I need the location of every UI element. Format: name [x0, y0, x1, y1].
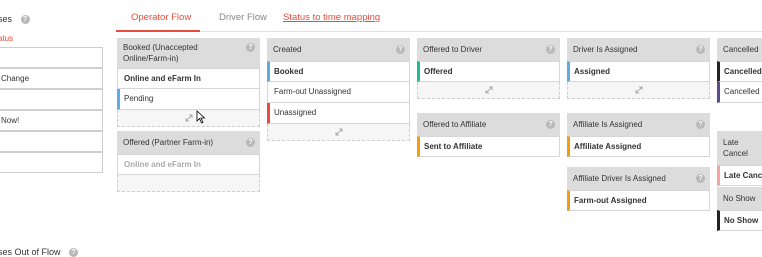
group-booked: Booked (Unaccepted Online/Farm-in) ? Onl…: [117, 38, 260, 127]
group-title: Late Cancel: [723, 138, 748, 158]
group-offered-to-affiliate: Offered to Affiliate ? Sent to Affiliate: [417, 113, 560, 157]
group-title: No Show: [723, 194, 756, 203]
group-title: Offered (Partner Farm-in): [123, 138, 214, 147]
group-header: No Show: [717, 187, 762, 210]
group-offered-partner: Offered (Partner Farm-in) ? Online and e…: [117, 131, 260, 192]
drop-zone[interactable]: [117, 110, 260, 127]
expand-icon[interactable]: [485, 86, 493, 94]
tab-operator-flow[interactable]: Operator Flow: [131, 12, 191, 23]
status-input-3[interactable]: [0, 89, 103, 110]
status-card-farm-out-assigned[interactable]: Farm-out Assigned: [567, 190, 710, 211]
expand-icon[interactable]: [185, 114, 193, 122]
status-card-farm-out-unassigned[interactable]: Farm-out Unassigned: [267, 82, 410, 103]
drop-zone[interactable]: [567, 82, 710, 99]
group-title: Booked (Unaccepted Online/Farm-in): [123, 43, 198, 63]
pointer-cursor-icon: [196, 110, 206, 124]
tab-status-time-mapping[interactable]: Status to time mapping: [283, 12, 380, 23]
flow-tabs: Operator Flow Driver Flow Status to time…: [116, 6, 762, 32]
group-title: Offered to Driver: [423, 45, 482, 54]
drop-zone[interactable]: [267, 124, 410, 141]
status-card-online-efarm-in[interactable]: Online and eFarm In: [117, 68, 260, 89]
status-input-1[interactable]: [0, 47, 103, 68]
group-driver-is-assigned: Driver Is Assigned ? Assigned: [567, 38, 710, 99]
help-icon[interactable]: ?: [396, 45, 405, 54]
status-input-5[interactable]: [0, 131, 103, 152]
help-icon[interactable]: ?: [696, 45, 705, 54]
status-card-online-efarm-in-muted[interactable]: Online and eFarm In: [117, 154, 260, 175]
group-header: Offered to Affiliate ?: [417, 113, 560, 136]
group-offered-to-driver: Offered to Driver ? Offered: [417, 38, 560, 99]
expand-icon[interactable]: [335, 128, 343, 136]
status-card-unassigned[interactable]: Unassigned: [267, 103, 410, 124]
status-card-cancelled-by[interactable]: Cancelled b: [717, 82, 762, 103]
active-tab-indicator: [116, 30, 200, 32]
group-header: Booked (Unaccepted Online/Farm-in) ?: [117, 38, 260, 68]
help-icon[interactable]: ?: [246, 43, 255, 52]
help-icon[interactable]: ?: [20, 15, 30, 25]
status-input-6[interactable]: [0, 152, 103, 173]
help-icon[interactable]: ?: [69, 248, 79, 257]
group-affiliate-is-assigned: Affiliate Is Assigned ? Affiliate Assign…: [567, 113, 710, 157]
group-header: Affiliate Driver Is Assigned ?: [567, 167, 710, 190]
help-icon[interactable]: ?: [696, 174, 705, 183]
group-affiliate-driver-is-assigned: Affiliate Driver Is Assigned ? Farm-out …: [567, 167, 710, 211]
status-column-label: atus: [0, 34, 14, 43]
group-header: Late Cancel: [717, 131, 762, 165]
group-title: Affiliate Driver Is Assigned: [573, 174, 666, 183]
expand-icon[interactable]: [635, 86, 643, 94]
status-card-pending[interactable]: Pending: [117, 89, 260, 110]
statuses-title-text: ses: [0, 14, 13, 24]
group-header: Affiliate Is Assigned ?: [567, 113, 710, 136]
group-title: Driver Is Assigned: [573, 45, 638, 54]
group-late-cancel: Late Cancel Late Cance: [717, 131, 762, 186]
statuses-out-of-flow-text: ses Out of Flow: [0, 247, 61, 257]
status-card-sent-to-affiliate[interactable]: Sent to Affiliate: [417, 136, 560, 157]
status-card-affiliate-assigned[interactable]: Affiliate Assigned: [567, 136, 710, 157]
drop-zone[interactable]: [117, 175, 260, 192]
group-header: Created ?: [267, 38, 410, 61]
drop-zone[interactable]: [417, 82, 560, 99]
group-header: Offered to Driver ?: [417, 38, 560, 61]
status-card-no-show[interactable]: No Show: [717, 210, 762, 231]
group-cancelled: Cancelled Cancelled Cancelled b: [717, 38, 762, 103]
help-icon[interactable]: ?: [696, 120, 705, 129]
group-header: Driver Is Assigned ?: [567, 38, 710, 61]
status-input-4[interactable]: Now!: [0, 110, 103, 131]
group-header: Offered (Partner Farm-in) ?: [117, 131, 260, 154]
help-icon[interactable]: ?: [546, 45, 555, 54]
group-title: Created: [273, 45, 302, 54]
group-created: Created ? Booked Farm-out Unassigned Una…: [267, 38, 410, 141]
group-title: Affiliate Is Assigned: [573, 120, 643, 129]
statuses-title: ses ?: [0, 14, 30, 25]
group-title: Cancelled: [723, 45, 759, 54]
statuses-out-of-flow-title: ses Out of Flow ?: [0, 247, 79, 257]
status-card-booked[interactable]: Booked: [267, 61, 410, 82]
status-card-assigned[interactable]: Assigned: [567, 61, 710, 82]
status-card-late-cancel[interactable]: Late Cance: [717, 165, 762, 186]
help-icon[interactable]: ?: [246, 138, 255, 147]
status-card-cancelled[interactable]: Cancelled: [717, 61, 762, 82]
help-icon[interactable]: ?: [546, 120, 555, 129]
group-header: Cancelled: [717, 38, 762, 61]
group-no-show: No Show No Show: [717, 187, 762, 231]
group-title: Offered to Affiliate: [423, 120, 487, 129]
status-card-offered[interactable]: Offered: [417, 61, 560, 82]
status-input-2[interactable]: Change: [0, 68, 103, 89]
tab-driver-flow[interactable]: Driver Flow: [219, 12, 267, 23]
